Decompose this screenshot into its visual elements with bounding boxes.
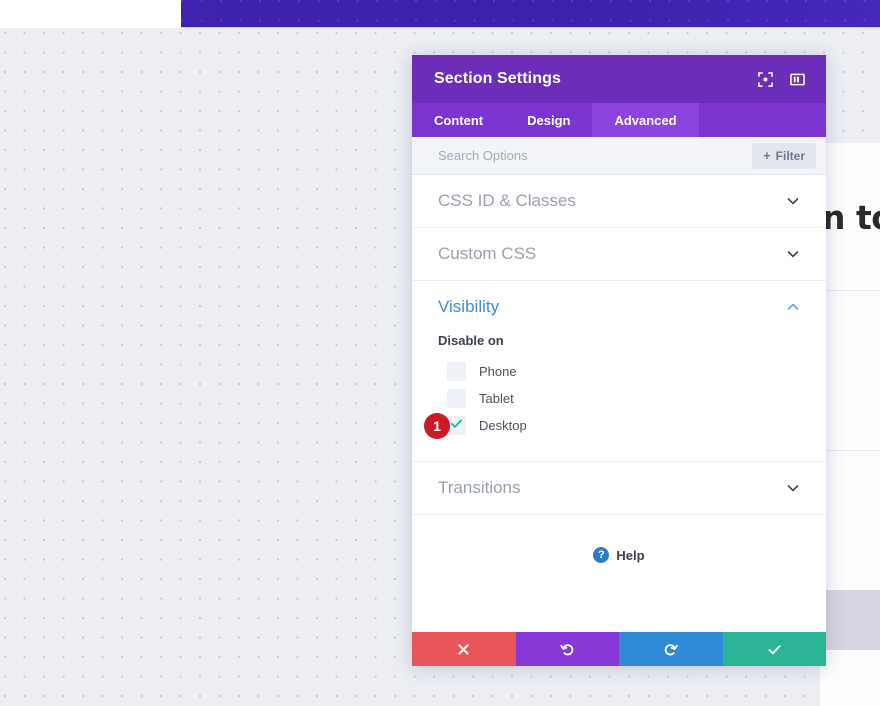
section-settings-modal: Section Settings Content Design Advanced xyxy=(412,55,826,666)
modal-body: CSS ID & Classes Custom CSS Visibility D… xyxy=(412,175,826,632)
section-visibility: Visibility Disable on Phone Tablet 1 Des… xyxy=(412,281,826,462)
help-label: Help xyxy=(616,547,645,563)
undo-button[interactable] xyxy=(515,632,619,666)
checkbox-tablet[interactable] xyxy=(447,389,466,408)
screen: n tou Section Settings Content Des xyxy=(0,0,880,706)
checkbox-desktop-label: Desktop xyxy=(479,418,527,433)
cancel-button[interactable] xyxy=(412,632,516,666)
question-mark-icon: ? xyxy=(593,547,610,563)
layout-panel-icon[interactable] xyxy=(784,66,810,92)
disable-on-label: Disable on xyxy=(438,333,504,348)
section-custom-css-header[interactable]: Custom CSS xyxy=(412,228,826,280)
page-divider-lower xyxy=(820,450,880,451)
modal-footer xyxy=(412,632,826,666)
filter-button-label: Filter xyxy=(775,148,805,163)
site-top-banner xyxy=(181,0,880,28)
plus-icon: + xyxy=(763,148,771,163)
focus-icon[interactable] xyxy=(752,66,778,92)
redo-icon xyxy=(663,642,678,657)
section-transitions: Transitions xyxy=(412,462,826,515)
filter-button[interactable]: + Filter xyxy=(752,142,816,169)
redo-button[interactable] xyxy=(619,632,723,666)
chevron-down-icon xyxy=(786,481,800,495)
search-row: + Filter xyxy=(412,137,826,175)
checkbox-tablet-label: Tablet xyxy=(479,391,514,406)
tab-content[interactable]: Content xyxy=(412,103,505,137)
top-white-strip xyxy=(0,0,181,28)
chevron-up-icon xyxy=(786,300,800,314)
chevron-down-icon xyxy=(786,194,800,208)
page-heading-text: n tou xyxy=(822,198,880,237)
section-css-id-classes-label: CSS ID & Classes xyxy=(438,191,576,210)
section-custom-css: Custom CSS xyxy=(412,228,826,281)
check-icon xyxy=(450,417,463,435)
section-transitions-header[interactable]: Transitions xyxy=(412,462,826,514)
checkbox-phone-label: Phone xyxy=(479,364,517,379)
page-footer-block xyxy=(822,590,880,650)
save-button[interactable] xyxy=(722,632,826,666)
chevron-down-icon xyxy=(786,247,800,261)
tab-advanced[interactable]: Advanced xyxy=(592,103,699,137)
section-visibility-label: Visibility xyxy=(438,297,500,316)
checkbox-row-tablet[interactable]: Tablet xyxy=(438,385,800,412)
section-transitions-label: Transitions xyxy=(438,478,521,497)
section-visibility-header[interactable]: Visibility xyxy=(412,281,826,333)
checkbox-row-phone[interactable]: Phone xyxy=(438,358,800,385)
checkbox-phone[interactable] xyxy=(447,362,466,381)
search-input[interactable] xyxy=(438,148,753,163)
section-css-id-classes: CSS ID & Classes xyxy=(412,175,826,228)
step-badge-1: 1 xyxy=(424,412,450,439)
close-icon xyxy=(457,643,470,656)
page-title: Section Settings xyxy=(434,70,561,87)
checkbox-row-desktop[interactable]: 1 Desktop xyxy=(424,412,800,439)
undo-icon xyxy=(560,642,575,657)
check-icon xyxy=(767,642,782,657)
section-custom-css-label: Custom CSS xyxy=(438,244,537,263)
visibility-body: Disable on Phone Tablet 1 Desktop xyxy=(412,333,826,461)
modal-tab-bar: Content Design Advanced xyxy=(412,103,826,137)
modal-header: Section Settings xyxy=(412,55,826,103)
tab-design[interactable]: Design xyxy=(505,103,592,137)
help-link[interactable]: ? Help xyxy=(412,515,826,563)
section-css-id-classes-header[interactable]: CSS ID & Classes xyxy=(412,175,826,227)
page-divider-upper xyxy=(820,290,880,291)
